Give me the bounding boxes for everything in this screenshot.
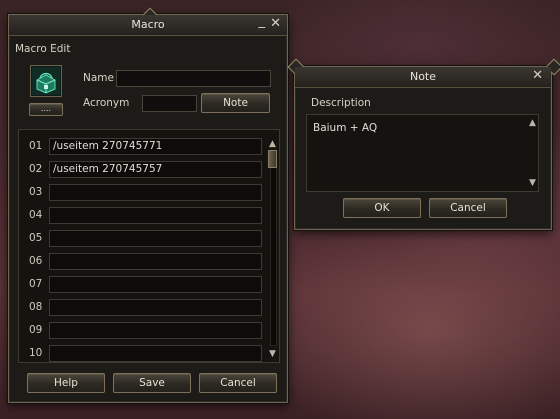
scroll-up-icon[interactable]: ▲: [267, 138, 278, 150]
note-window-title: Note: [409, 70, 437, 83]
macro-row-number: 10: [29, 347, 43, 359]
macro-command-input[interactable]: [49, 299, 262, 316]
note-window: Note ✕ Description Baium + AQ ▲ ▼ OK Can…: [294, 66, 552, 230]
macro-command-input[interactable]: /useitem 270745757: [49, 161, 262, 178]
note-cancel-button[interactable]: Cancel: [429, 198, 507, 218]
macro-name-input[interactable]: [116, 70, 271, 87]
macro-command-input[interactable]: [49, 276, 262, 293]
close-icon[interactable]: ✕: [532, 69, 543, 83]
macro-list-scrollbar[interactable]: ▲ ▼: [267, 138, 278, 360]
ok-button[interactable]: OK: [343, 198, 421, 218]
macro-row-number: 08: [29, 301, 43, 313]
description-text: Baium + AQ: [313, 122, 378, 134]
macro-row-number: 07: [29, 278, 43, 290]
macro-command-input[interactable]: [49, 345, 262, 362]
scroll-up-icon[interactable]: ▲: [527, 117, 538, 129]
macro-window-title: Macro: [131, 18, 165, 31]
note-titlebar[interactable]: Note ✕: [295, 67, 551, 88]
macro-command-input[interactable]: [49, 253, 262, 270]
scroll-down-icon[interactable]: ▼: [267, 348, 278, 360]
cancel-button[interactable]: Cancel: [199, 373, 277, 393]
macro-row-number: 05: [29, 232, 43, 244]
macro-row-number: 06: [29, 255, 43, 267]
macro-row-number: 02: [29, 163, 43, 175]
macro-icon-slot[interactable]: [30, 65, 62, 97]
scroll-down-icon[interactable]: ▼: [527, 177, 538, 189]
scroll-thumb[interactable]: [268, 150, 277, 168]
macro-edit-label: Macro Edit: [15, 43, 71, 55]
name-label: Name: [83, 72, 114, 84]
macro-command-list: 01/useitem 270745771 02/useitem 270745757…: [18, 129, 280, 363]
macro-row-number: 09: [29, 324, 43, 336]
macro-row-number: 03: [29, 186, 43, 198]
acronym-label: Acronym: [83, 97, 130, 109]
macro-command-input[interactable]: /useitem 270745771: [49, 138, 262, 155]
macro-window: Macro _ ✕ Macro Edit .... Name Acronym N…: [8, 14, 288, 403]
acronym-input[interactable]: [142, 95, 197, 112]
note-button[interactable]: Note: [201, 93, 270, 113]
macro-titlebar[interactable]: Macro _ ✕: [9, 15, 287, 36]
scroll-track[interactable]: [270, 154, 277, 346]
close-icon[interactable]: ✕: [270, 17, 281, 31]
macro-command-input[interactable]: [49, 322, 262, 339]
minimize-icon[interactable]: _: [259, 15, 266, 29]
change-icon-button[interactable]: ....: [29, 103, 63, 116]
help-button[interactable]: Help: [27, 373, 105, 393]
macro-command-input[interactable]: [49, 230, 262, 247]
macro-row-number: 04: [29, 209, 43, 221]
macro-command-input[interactable]: [49, 184, 262, 201]
description-label: Description: [311, 97, 371, 109]
macro-command-input[interactable]: [49, 207, 262, 224]
description-textarea[interactable]: Baium + AQ ▲ ▼: [306, 114, 539, 192]
save-button[interactable]: Save: [113, 373, 191, 393]
macro-row-number: 01: [29, 140, 43, 152]
treasure-chest-icon: [32, 67, 60, 95]
